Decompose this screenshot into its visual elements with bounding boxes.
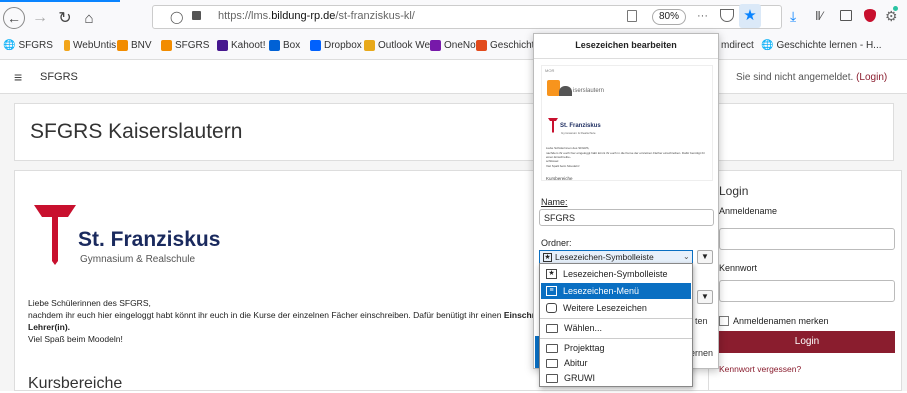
welcome-line: Liebe Schülerinnen des SFGRS, [28,298,151,308]
webuntis-icon [64,40,70,51]
logo-title: St. Franziskus [78,228,221,251]
bookmark-item[interactable]: Dropbox [310,40,362,51]
page-actions-icon[interactable]: ··· [697,10,708,22]
dropdown-item[interactable]: Wählen... [541,320,691,336]
login-link[interactable]: (Login) [856,72,887,83]
globe-icon: 🌐 [761,40,774,51]
panel-title: Lesezeichen bearbeiten [575,40,677,50]
dropdown-item[interactable]: Projekttag [541,340,691,356]
box-icon [269,40,280,51]
star-folder-icon: ★ [546,269,557,279]
preview-cross-icon [548,118,558,133]
site-name[interactable]: SFGRS [40,71,78,83]
folder-select[interactable]: ★ Lesezeichen-Symbolleiste [539,250,693,264]
bookmark-item[interactable]: BNV [117,40,152,51]
tab-indicator [0,0,120,2]
folder-icon [546,358,558,368]
home-icon[interactable]: ⌂ [78,7,100,29]
preview-line: nachdem ihr euch hier eingeloggt habt kö… [546,151,705,159]
forward-icon[interactable]: → [29,7,51,29]
bookmark-item[interactable]: 🌐 Geschichte lernen - H... [761,40,882,51]
onenote-icon [430,40,441,51]
moodle-hat-icon [559,86,572,96]
preview-heading: Kursbereiche [546,176,573,181]
teacher-line: Lehrer(in). [28,322,71,332]
reader-view-icon[interactable] [627,10,637,22]
select-chevron-icon: ⌄ [683,252,690,261]
expand-folders-button[interactable]: ▼ [697,250,713,264]
dropdown-item-selected[interactable]: ≡ Lesezeichen-Menü [541,283,691,299]
preview-line: schlüssel [546,159,559,163]
logo-subtitle: Gymnasium & Realschule [80,254,196,265]
notification-dot [893,6,898,11]
bookmark-item[interactable]: 🌐 SFGRS [3,40,53,51]
login-title: Login [719,184,749,198]
downloads-icon[interactable]: ⤓ [790,8,796,25]
other-folder-icon [546,303,557,313]
dropdown-item[interactable]: ★ Lesezeichen-Symbolleiste [541,266,691,282]
url-text[interactable]: https://lms.bildung-rp.de/st-franziskus-… [218,10,415,22]
login-button[interactable]: Login [719,331,895,353]
menu-folder-icon: ≡ [546,286,557,296]
dropdown-separator [540,338,692,339]
page-title: SFGRS Kaiserslautern [30,120,243,143]
preview-logo-sub: Gymnasium & Realschule [561,131,596,135]
globe-icon: 🌐 [3,40,16,51]
dropdown-item[interactable]: Weitere Lesezeichen [541,300,691,316]
folder-icon [546,373,558,383]
dropbox-icon [310,40,321,51]
bookmark-item[interactable]: mdirect [721,40,754,51]
folder-icon [546,323,558,333]
bookmark-name-input[interactable]: SFGRS [539,209,714,226]
username-label: Anmeldename [719,206,778,216]
instruction-line: nachdem ihr euch hier eingeloggt habt kö… [28,310,574,320]
remember-checkbox[interactable] [719,316,729,326]
moodle-line: Viel Spaß beim Moodeln! [28,334,123,344]
name-label: Name: [541,197,568,207]
preview-line: Liebe Schülerinnen des SFGRS, [546,146,590,150]
expand-tags-button[interactable]: ▼ [697,290,713,304]
remove-button-fragment[interactable]: ernen [690,348,713,358]
reload-icon[interactable]: ↻ [54,7,76,29]
zoom-indicator[interactable]: 80% [652,9,686,25]
bookmark-item[interactable]: Box [269,40,300,51]
username-input[interactable] [719,228,895,250]
forgot-password-link[interactable]: Kennwort vergessen? [719,364,801,374]
dropdown-item[interactable]: GRUWI [541,370,691,386]
bookmark-item[interactable]: Kahoot! [217,40,265,51]
bnv-icon [117,40,128,51]
kahoot-icon [217,40,228,51]
bookmark-item[interactable]: Outlook Web [364,40,436,51]
section-heading: Kursbereiche [28,375,123,392]
folder-dropdown: ★ Lesezeichen-Symbolleiste ≡ Lesezeichen… [539,263,693,387]
folder-label: Ordner: [541,238,572,248]
password-label: Kennwort [719,263,758,273]
sfgrs-icon [161,40,172,51]
preview-header: MOR [545,68,555,73]
panel-divider [534,58,718,59]
outlook-icon [364,40,375,51]
folder-icon [546,343,558,353]
shield-icon[interactable]: ◯ [170,10,183,24]
bookmark-item[interactable]: SFGRS [161,40,209,51]
remember-label: Anmeldenamen merken [733,316,829,326]
preview-logo: St. Franziskus [560,123,601,129]
bookmark-star-icon[interactable]: ★ [739,4,761,28]
password-input[interactable] [719,280,895,302]
tau-cross-logo-icon [34,205,76,265]
star-folder-icon: ★ [543,252,552,262]
lock-icon[interactable] [192,11,201,20]
back-icon[interactable]: ← [3,7,25,29]
login-status: Sie sind nicht angemeldet. (Login) [736,72,888,83]
hidden-label-fragment: ten [695,316,708,326]
dropdown-separator [540,318,692,319]
preview-line: Viel Spaß beim Moodeln! [546,164,580,168]
sidebar-icon[interactable] [840,10,852,21]
library-icon[interactable]: Ⅱ⁄ [815,9,823,23]
geschichte-icon [476,40,487,51]
preview-site: iserslautern [573,88,605,94]
bookmark-item[interactable]: WebUntis [64,40,116,51]
hamburger-menu-icon[interactable]: ≡ [14,69,22,85]
dropdown-item[interactable]: Abitur [541,355,691,371]
